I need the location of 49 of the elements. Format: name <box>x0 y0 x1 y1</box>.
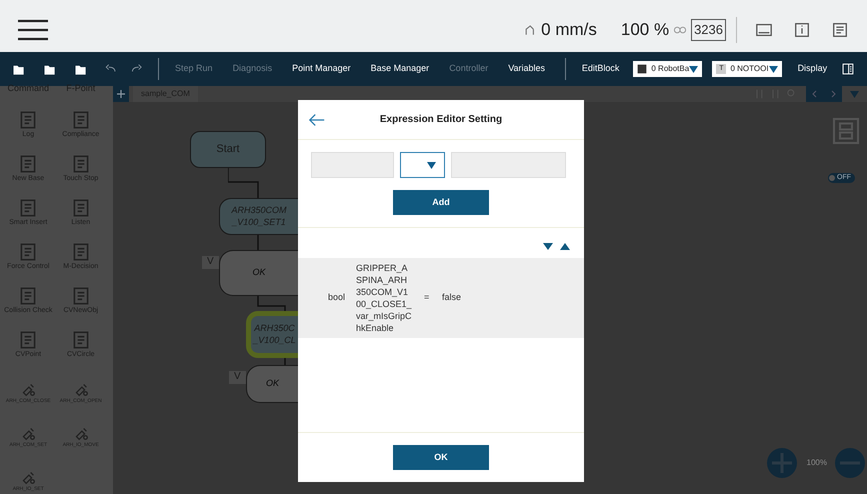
node-label: _V100_CL <box>253 334 296 346</box>
speed-percent: 100 % <box>620 19 670 42</box>
operator-dropdown[interactable] <box>400 152 445 178</box>
zoom-level: 100% <box>806 457 827 469</box>
toolbar-menu-item[interactable]: Point Manager <box>292 62 351 76</box>
zoom-out-icon[interactable] <box>835 448 865 478</box>
caret-icon <box>689 66 698 72</box>
expression-row[interactable]: bool GRIPPER_ASPINA_ARH350COM_V100_CLOSE1_var_mIsGripChkEnable = false <box>298 258 584 338</box>
display-button[interactable]: Display <box>798 62 828 76</box>
flow-node[interactable]: ARH350C _V100_CL <box>246 311 298 358</box>
speed-reading: 0 mm/s <box>541 19 597 42</box>
add-tab-icon[interactable] <box>113 86 129 102</box>
add-button[interactable]: Add <box>393 190 489 215</box>
info-icon <box>793 21 811 39</box>
layout-icon <box>831 116 861 146</box>
variable-name: GRIPPER_ASPINA_ARH350COM_V100_CLOSE1_var_mIsGripChkEnable <box>356 262 412 334</box>
sort-down-icon[interactable] <box>543 243 553 250</box>
dropdown-value: 0 RobotBa <box>651 63 690 75</box>
edit-block-button[interactable]: EditBlock <box>582 62 620 76</box>
base-icon <box>637 64 648 74</box>
toolbar-dropdown[interactable]: 0 RobotBa <box>633 61 702 77</box>
ok-button[interactable]: OK <box>393 445 489 470</box>
variable-type: bool <box>328 291 346 304</box>
toolbar-menu-item[interactable]: Variables <box>508 62 546 76</box>
dialog-title: Expression Editor Setting <box>378 113 504 127</box>
toolbar-menu-item[interactable]: Base Manager <box>370 62 430 76</box>
document-icon <box>831 21 849 39</box>
operator: = <box>424 291 430 304</box>
node-label: ARH350C <box>254 323 295 334</box>
keyboard-icon <box>755 21 773 39</box>
dropdown-value: 0 NOTOOI <box>730 63 769 75</box>
zoom-in-icon[interactable] <box>767 448 797 478</box>
node-label: OK <box>266 378 279 390</box>
connector-line <box>228 168 259 198</box>
operand-field[interactable] <box>451 152 566 178</box>
flow-node[interactable]: Start <box>190 131 266 168</box>
variable-value: false <box>442 291 462 304</box>
sort-up-icon[interactable] <box>560 243 570 250</box>
node-label: _V100_SET1 <box>232 216 286 228</box>
node-label: OK <box>252 267 266 279</box>
node-label: ARH350COM <box>231 205 286 216</box>
caret-icon[interactable] <box>850 90 859 98</box>
caret-icon <box>768 66 778 72</box>
menu-icon[interactable] <box>18 19 48 41</box>
operand-field[interactable] <box>311 152 394 178</box>
flow-node[interactable]: ARH350COM _V100_SET1 <box>219 198 298 235</box>
caret-icon <box>427 162 436 168</box>
node-label: Start <box>216 142 240 156</box>
counter-display: 3236 <box>691 19 726 41</box>
